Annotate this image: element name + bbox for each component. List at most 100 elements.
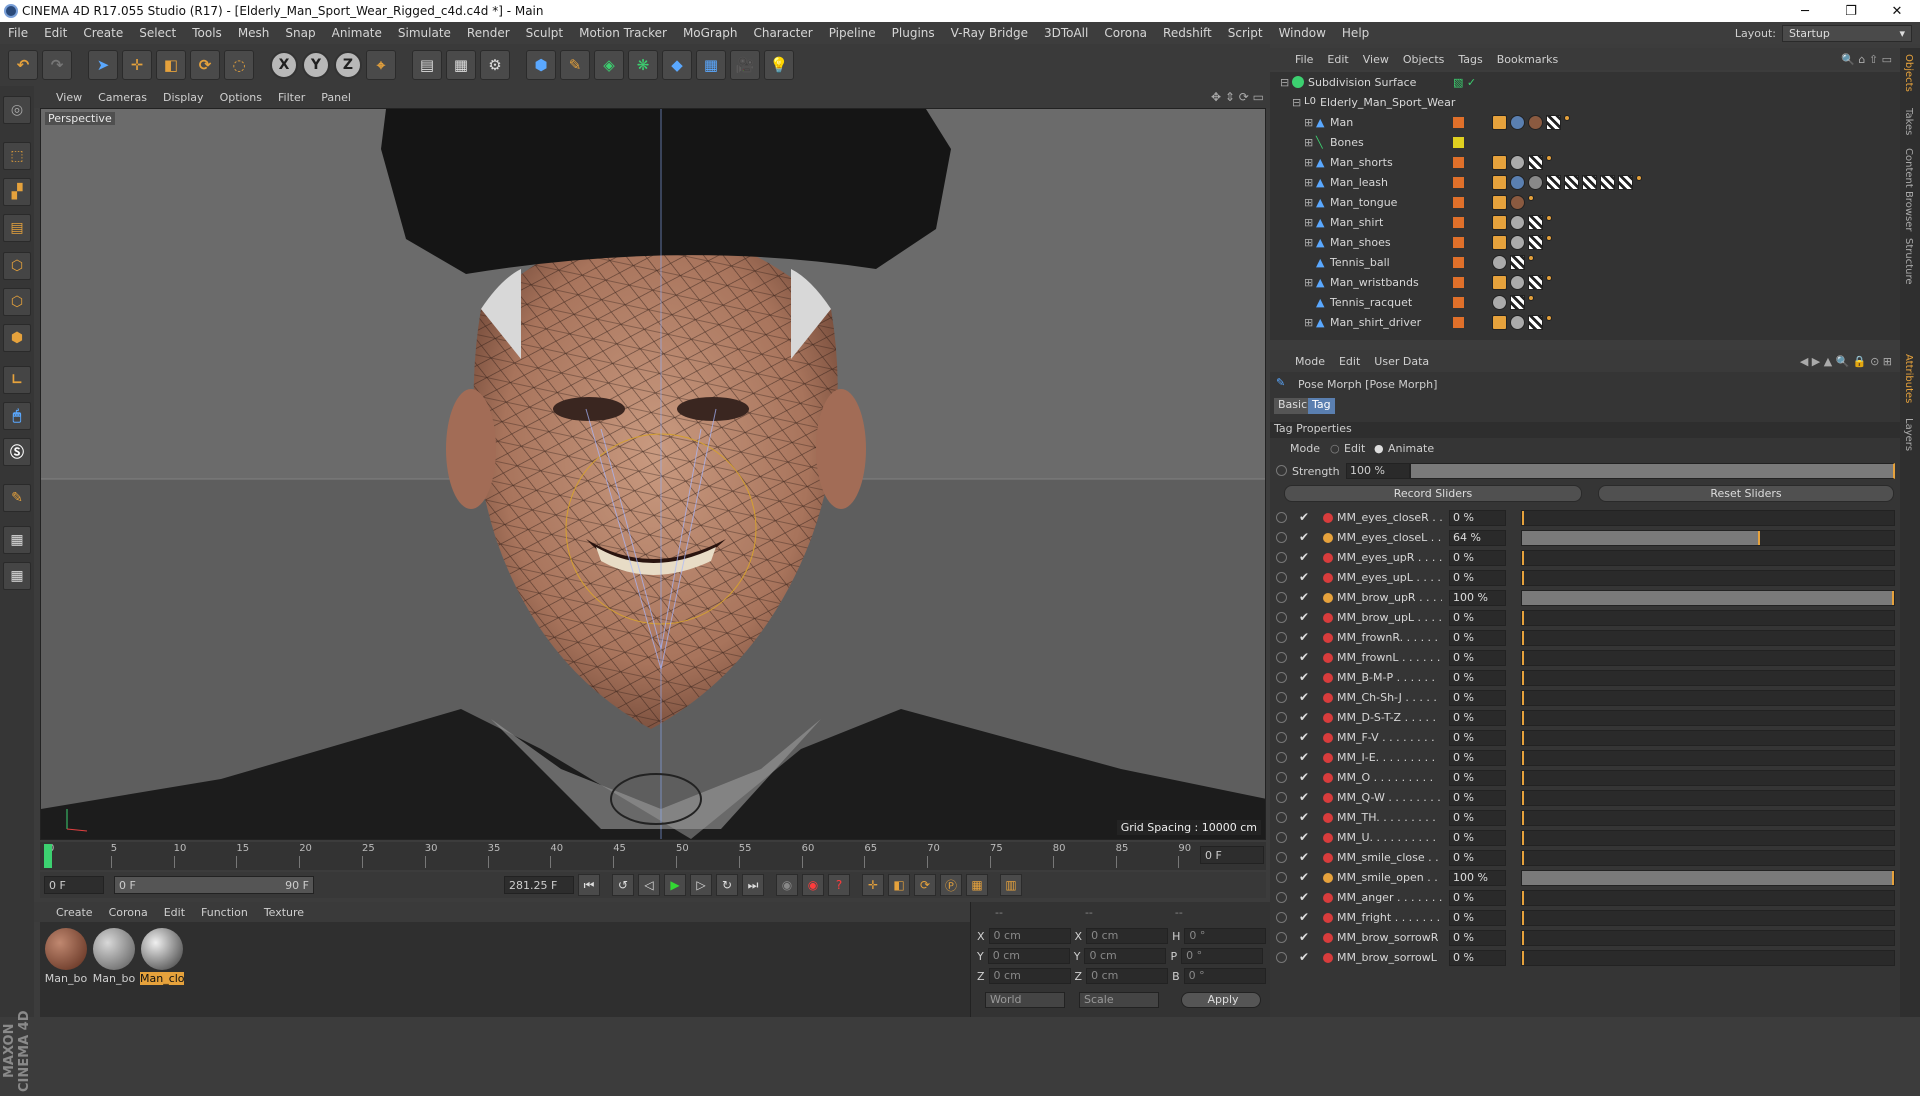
animate-radio[interactable]: [1276, 572, 1287, 583]
object-row[interactable]: ⊞ ▲ Man: [1270, 112, 1900, 132]
strength-animate-radio[interactable]: [1276, 465, 1287, 476]
animate-radio[interactable]: [1276, 852, 1287, 863]
menu-motion-tracker[interactable]: Motion Tracker: [571, 26, 675, 40]
keyframe-dot-icon[interactable]: [1323, 833, 1333, 843]
morph-slider[interactable]: [1521, 850, 1895, 866]
keyframe-dot-icon[interactable]: [1323, 953, 1333, 963]
enable-checkbox[interactable]: ✔: [1299, 550, 1309, 564]
menu-character[interactable]: Character: [745, 26, 820, 40]
animate-radio[interactable]: [1276, 912, 1287, 923]
viewport-menu-filter[interactable]: Filter: [270, 91, 313, 104]
morph-slider-row[interactable]: ✔ MM_Q-W . . . . . . . . 0 %: [1270, 788, 1900, 808]
object-row[interactable]: ⊞ ▲ Man_shirt_driver: [1270, 312, 1900, 332]
keyframe-dot-icon[interactable]: [1323, 673, 1333, 683]
scale-dropdown[interactable]: Scale: [1079, 992, 1159, 1008]
key-parameter-icon[interactable]: Ⓟ: [940, 874, 962, 896]
morph-slider-row[interactable]: ✔ MM_anger . . . . . . . 0 %: [1270, 888, 1900, 908]
undo-icon[interactable]: ↶: [8, 50, 38, 80]
menu-animate[interactable]: Animate: [324, 26, 390, 40]
next-key-icon[interactable]: ↻: [716, 874, 738, 896]
expand-icon[interactable]: ⊞: [1304, 276, 1316, 289]
morph-slider-row[interactable]: ✔ MM_fright . . . . . . . 0 %: [1270, 908, 1900, 928]
morph-value-field[interactable]: 0 %: [1449, 770, 1506, 786]
morph-slider[interactable]: [1521, 590, 1895, 606]
side-tab-layers[interactable]: Layers: [1903, 418, 1914, 451]
animate-radio[interactable]: [1276, 752, 1287, 763]
rotation-b-field[interactable]: 0 °: [1183, 968, 1266, 984]
morph-value-field[interactable]: 0 %: [1449, 910, 1506, 926]
keyframe-dot-icon[interactable]: [1323, 853, 1333, 863]
enable-checkbox[interactable]: ✔: [1299, 610, 1309, 624]
object-row[interactable]: ⊞ ▲ Man_tongue: [1270, 192, 1900, 212]
menu-pipeline[interactable]: Pipeline: [821, 26, 884, 40]
material-menu-edit[interactable]: Edit: [156, 906, 193, 919]
material-swatch[interactable]: Man_bo: [92, 928, 136, 985]
collapse-icon[interactable]: ⊟: [1280, 76, 1292, 89]
animate-radio[interactable]: [1276, 812, 1287, 823]
end-frame-field[interactable]: 281.25 F: [504, 876, 574, 894]
start-frame-field[interactable]: 0 F: [44, 876, 104, 894]
layer-color-swatch[interactable]: [1453, 136, 1464, 148]
frame-range-slider[interactable]: 0 F 90 F: [114, 876, 314, 894]
make-editable-icon[interactable]: ◎: [3, 96, 31, 124]
keyframe-dot-icon[interactable]: [1323, 573, 1333, 583]
morph-slider[interactable]: [1521, 890, 1895, 906]
expand-icon[interactable]: ⊞: [1304, 216, 1316, 229]
texture-mode-icon[interactable]: ▞: [3, 178, 31, 206]
morph-slider-row[interactable]: ✔ MM_TH. . . . . . . . . 0 %: [1270, 808, 1900, 828]
object-row[interactable]: ⊟ Subdivision Surface ▧ ✓: [1270, 72, 1900, 92]
keyframe-dot-icon[interactable]: [1323, 593, 1333, 603]
enable-checkbox[interactable]: ✔: [1299, 890, 1309, 904]
morph-slider-row[interactable]: ✔ MM_I-E. . . . . . . . . 0 %: [1270, 748, 1900, 768]
morph-value-field[interactable]: 0 %: [1449, 550, 1506, 566]
timeline-ruler[interactable]: 051015202530354045505560657075808590 0 F: [40, 842, 1266, 870]
menu-snap[interactable]: Snap: [277, 26, 323, 40]
menu-mesh[interactable]: Mesh: [230, 26, 278, 40]
previous-frame-icon[interactable]: ◁: [638, 874, 660, 896]
morph-value-field[interactable]: 0 %: [1449, 830, 1506, 846]
strength-slider[interactable]: [1410, 463, 1895, 479]
viewport-menu-cameras[interactable]: Cameras: [90, 91, 155, 104]
objects-menu-tags[interactable]: Tags: [1451, 53, 1489, 66]
menu-plugins[interactable]: Plugins: [884, 26, 943, 40]
enable-checkbox[interactable]: ✔: [1299, 630, 1309, 644]
workplane-icon[interactable]: ▤: [3, 214, 31, 242]
object-row[interactable]: ⊞ ▲ Man_wristbands: [1270, 272, 1900, 292]
menu-select[interactable]: Select: [131, 26, 184, 40]
morph-value-field[interactable]: 0 %: [1449, 690, 1506, 706]
morph-slider[interactable]: [1521, 610, 1895, 626]
select-cursor-icon[interactable]: ➤: [88, 50, 118, 80]
morph-slider-row[interactable]: ✔ MM_smile_close . . . 0 %: [1270, 848, 1900, 868]
animate-radio[interactable]: [1276, 592, 1287, 603]
morph-slider-row[interactable]: ✔ MM_frownL . . . . . . 0 %: [1270, 648, 1900, 668]
side-tab-structure[interactable]: Structure: [1903, 238, 1914, 285]
enable-checkbox[interactable]: ✔: [1299, 870, 1309, 884]
keyframe-dot-icon[interactable]: [1323, 533, 1333, 543]
minimize-button[interactable]: ─: [1782, 4, 1828, 19]
viewport-nav-icons[interactable]: ✥ ⇕ ⟳ ▭: [1211, 90, 1264, 104]
object-row[interactable]: ▲ Tennis_ball: [1270, 252, 1900, 272]
y-axis-icon[interactable]: Y: [302, 51, 330, 79]
redo-icon[interactable]: ↷: [42, 50, 72, 80]
animate-radio[interactable]: [1276, 612, 1287, 623]
key-position-icon[interactable]: ✛: [862, 874, 884, 896]
morph-slider-row[interactable]: ✔ MM_O . . . . . . . . . 0 %: [1270, 768, 1900, 788]
rotation-p-field[interactable]: 0 °: [1181, 948, 1264, 964]
object-row[interactable]: ⊞ ╲ Bones: [1270, 132, 1900, 152]
morph-value-field[interactable]: 0 %: [1449, 630, 1506, 646]
enable-checkbox[interactable]: ✔: [1299, 510, 1309, 524]
objects-menu-edit[interactable]: Edit: [1320, 53, 1355, 66]
morph-value-field[interactable]: 0 %: [1449, 710, 1506, 726]
expand-icon[interactable]: ⊞: [1304, 236, 1316, 249]
morph-value-field[interactable]: 0 %: [1449, 930, 1506, 946]
keyframe-dot-icon[interactable]: [1323, 773, 1333, 783]
animate-radio[interactable]: [1276, 932, 1287, 943]
objects-menu-objects[interactable]: Objects: [1396, 53, 1452, 66]
perspective-viewport[interactable]: Perspective Grid Spacing : 10000 cm: [40, 108, 1266, 840]
layer-color-swatch[interactable]: [1453, 236, 1464, 248]
animate-radio[interactable]: [1276, 512, 1287, 523]
polygons-mode-icon[interactable]: ⬢: [3, 324, 31, 352]
points-mode-icon[interactable]: ⬡: [3, 252, 31, 280]
attributes-menu-user-data[interactable]: User Data: [1367, 355, 1436, 368]
animate-radio[interactable]: [1276, 552, 1287, 563]
